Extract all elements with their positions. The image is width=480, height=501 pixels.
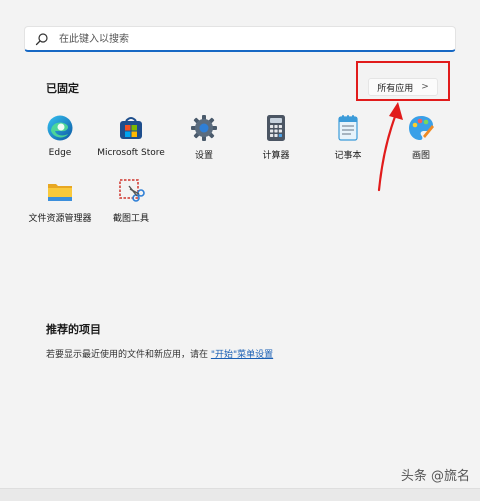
app-label: 文件资源管理器: [28, 214, 92, 224]
app-label: 计算器: [262, 151, 290, 161]
start-menu-footer: [0, 488, 480, 501]
app-label: 设置: [194, 151, 213, 161]
paint-icon: [409, 116, 434, 140]
start-menu-settings-link[interactable]: "开始"菜单设置: [211, 350, 273, 360]
annotation-highlight-box: [356, 61, 450, 101]
pinned-app-microsoft-store[interactable]: Microsoft Store: [91, 114, 171, 164]
pinned-app-calculator[interactable]: 计算器: [236, 114, 316, 164]
recommended-empty-message: 若要显示最近使用的文件和新应用，请在 "开始"菜单设置: [46, 347, 273, 360]
pinned-app-settings[interactable]: 设置: [164, 114, 244, 164]
calculator-icon: [267, 115, 285, 141]
folder-icon: [48, 184, 72, 201]
gear-icon: [191, 115, 217, 141]
search-input[interactable]: [57, 29, 441, 49]
search-icon: [35, 33, 48, 46]
pinned-section-title: 已固定: [46, 82, 79, 95]
pinned-app-paint[interactable]: 画图: [381, 114, 461, 164]
snipping-tool-icon: [119, 179, 145, 202]
pinned-app-snipping-tool[interactable]: 截图工具: [91, 177, 171, 227]
app-label: 截图工具: [112, 214, 149, 224]
app-label: 画图: [411, 151, 430, 161]
recommended-message-text: 若要显示最近使用的文件和新应用，请在: [46, 350, 211, 360]
search-box[interactable]: [24, 26, 456, 52]
pinned-app-file-explorer[interactable]: 文件资源管理器: [20, 177, 100, 227]
pinned-app-notepad[interactable]: 记事本: [308, 114, 388, 164]
store-icon: [120, 117, 142, 139]
edge-icon: [47, 115, 73, 141]
notepad-icon: [338, 115, 358, 141]
watermark: 头条 @旒名: [400, 469, 470, 484]
app-label: Microsoft Store: [97, 148, 165, 158]
app-label: 记事本: [334, 151, 362, 161]
app-label: Edge: [48, 148, 72, 158]
recommended-section-title: 推荐的项目: [46, 323, 101, 336]
pinned-app-edge[interactable]: Edge: [20, 114, 100, 164]
